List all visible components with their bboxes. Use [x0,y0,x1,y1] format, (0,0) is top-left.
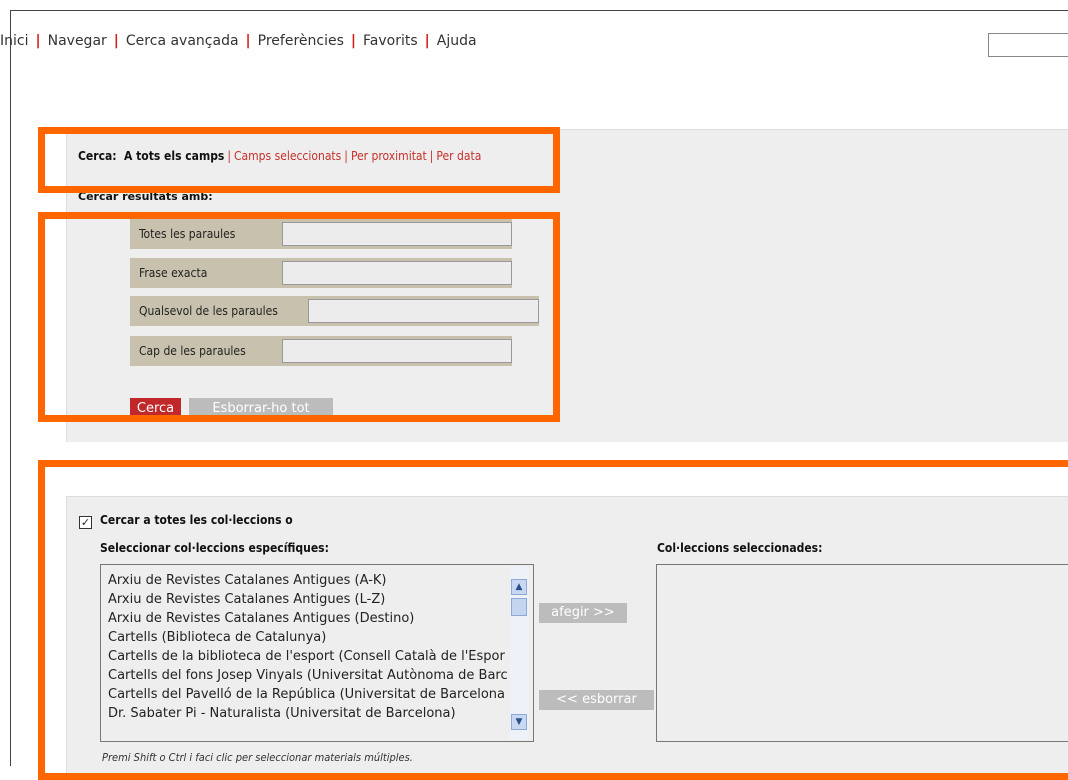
nav-inici[interactable]: Inici [0,33,28,49]
highlight-box-search-fields [38,212,560,422]
nav-favorits[interactable]: Favorits [363,33,418,49]
highlight-box-search-tabs [38,127,560,193]
nav-separator: | [35,33,41,49]
nav-ajuda[interactable]: Ajuda [437,33,477,49]
top-navigation: Inici | Navegar | Cerca avançada | Preferèncie… [0,33,477,49]
nav-navegar[interactable]: Navegar [48,33,107,49]
window-frame-top [10,10,1068,11]
nav-separator: | [424,33,430,49]
highlight-box-collections [38,460,1068,780]
nav-separator: | [113,33,119,49]
window-frame-left [10,10,11,766]
nav-preferencies[interactable]: Preferències [258,33,344,49]
quick-search-input[interactable] [988,33,1068,57]
nav-separator: | [350,33,357,49]
nav-cerca-avancada[interactable]: Cerca avançada [126,33,239,49]
nav-separator: | [245,33,251,49]
